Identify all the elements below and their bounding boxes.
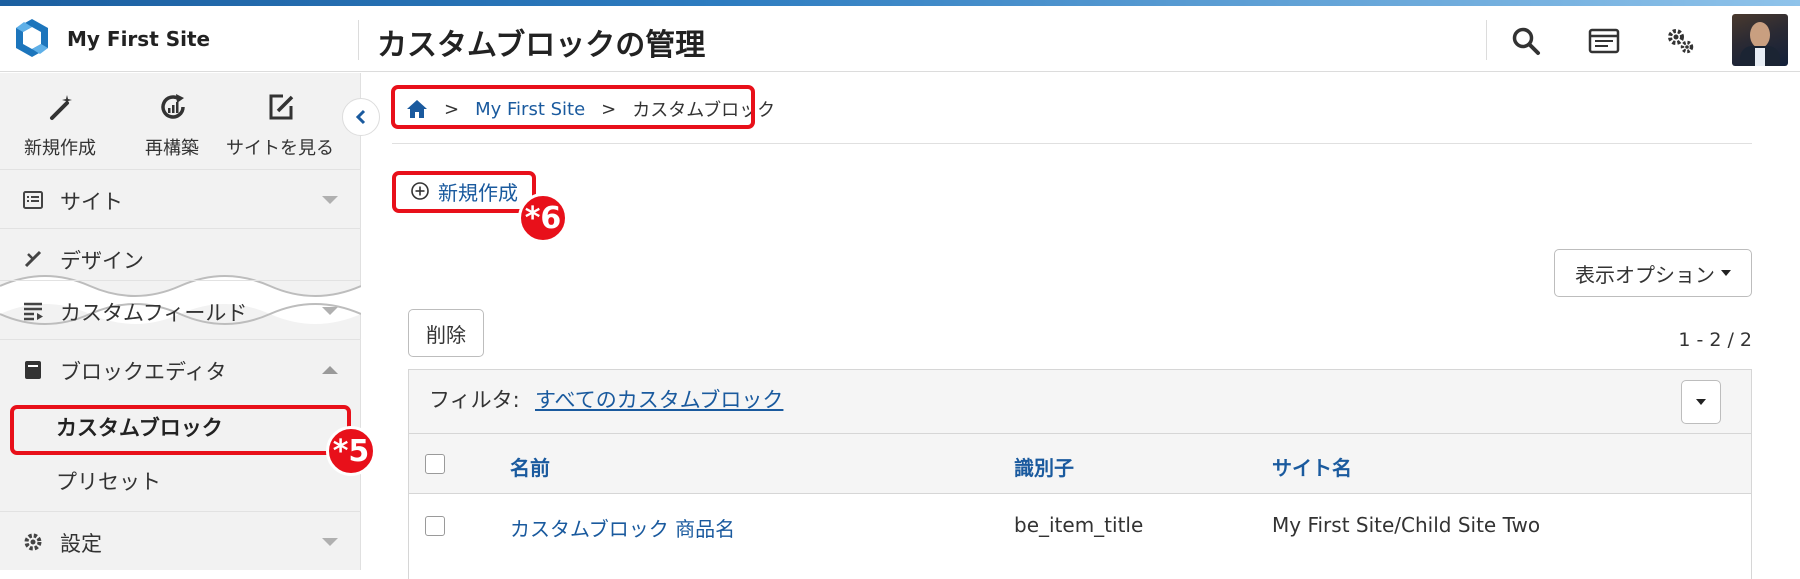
pen-icon <box>50 95 72 120</box>
filter-label: フィルタ: <box>429 388 520 412</box>
quick-rebuild-button[interactable]: 再構築 <box>117 73 227 169</box>
annotation-highlight-box <box>10 405 351 455</box>
header-divider <box>1486 20 1487 60</box>
delete-button[interactable]: 削除 <box>408 309 484 357</box>
display-options-label: 表示オプション <box>1575 262 1715 287</box>
row-site-name: My First Site/Child Site Two <box>1272 513 1541 537</box>
chevron-down-icon <box>322 196 338 204</box>
select-all-checkbox[interactable] <box>425 454 445 474</box>
chevron-up-icon <box>322 366 338 374</box>
annotation-badge-6: *6 <box>518 193 568 243</box>
caret-down-icon <box>1721 270 1731 276</box>
caret-down-icon <box>1696 399 1706 405</box>
sidebar-item-label: 設定 <box>60 532 102 556</box>
gear-icon <box>24 533 42 551</box>
search-icon[interactable] <box>1509 24 1543 58</box>
filter-value-link[interactable]: すべてのカスタムブロック <box>535 384 783 414</box>
quick-new-button[interactable]: 新規作成 <box>5 73 115 169</box>
custom-field-icon <box>24 302 43 321</box>
header-divider <box>358 20 359 60</box>
site-name[interactable]: My First Site <box>67 27 210 51</box>
table-header: 名前 識別子 サイト名 <box>409 434 1751 494</box>
quick-new-label: 新規作成 <box>24 138 96 159</box>
external-edit-icon <box>269 94 294 120</box>
sidebar-item-settings[interactable]: 設定 <box>0 511 361 570</box>
filter-dropdown-button[interactable] <box>1681 380 1721 424</box>
row-identifier: be_item_title <box>1014 513 1144 537</box>
user-avatar[interactable] <box>1732 14 1788 66</box>
sidebar-item-site[interactable]: サイト <box>0 169 361 228</box>
sidebar-item-label: カスタムフィールド <box>60 301 248 325</box>
sidebar: 新規作成 再構築 サイトを見る サイト デザイン カスタムフィールド ブロックエ… <box>0 73 376 570</box>
annotation-highlight-box <box>391 85 755 129</box>
dashboard-icon[interactable] <box>1587 24 1621 58</box>
design-icon <box>24 250 42 268</box>
app-header: My First Site カスタムブロックの管理 <box>0 6 1800 72</box>
display-options-button[interactable]: 表示オプション <box>1554 249 1752 297</box>
gears-icon[interactable] <box>1664 24 1698 58</box>
sidebar-item-label: ブロックエディタ <box>60 360 227 384</box>
table-row: カスタムブロック 商品名 be_item_title My First Site… <box>409 495 1751 557</box>
sidebar-subitem-preset[interactable]: プリセット <box>0 453 361 505</box>
filter-bar: フィルタ: すべてのカスタムブロック <box>409 370 1751 434</box>
sidebar-item-block-editor[interactable]: ブロックエディタ <box>0 339 361 398</box>
chevron-down-icon <box>322 538 338 546</box>
site-list-icon <box>23 191 43 209</box>
main-content: > My First Site > カスタムブロック 新規作成 *6 表示オプシ… <box>362 73 1800 579</box>
sidebar-subitem-label: プリセット <box>56 470 161 494</box>
chevron-down-icon <box>322 307 338 315</box>
custom-block-table: フィルタ: すべてのカスタムブロック 名前 識別子 サイト名 カスタムブロック … <box>408 369 1752 579</box>
page-title: カスタムブロックの管理 <box>377 28 706 63</box>
breadcrumb-divider <box>392 143 1752 144</box>
sidebar-item-label: サイト <box>60 190 123 214</box>
quick-view-site-label: サイトを見る <box>226 138 334 159</box>
annotation-highlight-box <box>392 171 536 213</box>
block-editor-icon <box>25 361 41 379</box>
row-checkbox[interactable] <box>425 516 445 536</box>
sidebar-item-custom-fields[interactable]: カスタムフィールド <box>0 280 361 339</box>
column-header-identifier[interactable]: 識別子 <box>1014 452 1074 481</box>
column-header-name[interactable]: 名前 <box>510 452 550 481</box>
column-header-site[interactable]: サイト名 <box>1272 452 1352 481</box>
quick-rebuild-label: 再構築 <box>145 138 199 159</box>
rebuild-icon <box>161 94 185 119</box>
movable-type-logo-icon[interactable] <box>10 16 54 60</box>
quick-view-site-button[interactable]: サイトを見る <box>225 73 335 169</box>
pagination-count: 1 - 2 / 2 <box>1678 329 1752 351</box>
row-name-link[interactable]: カスタムブロック 商品名 <box>510 513 735 542</box>
